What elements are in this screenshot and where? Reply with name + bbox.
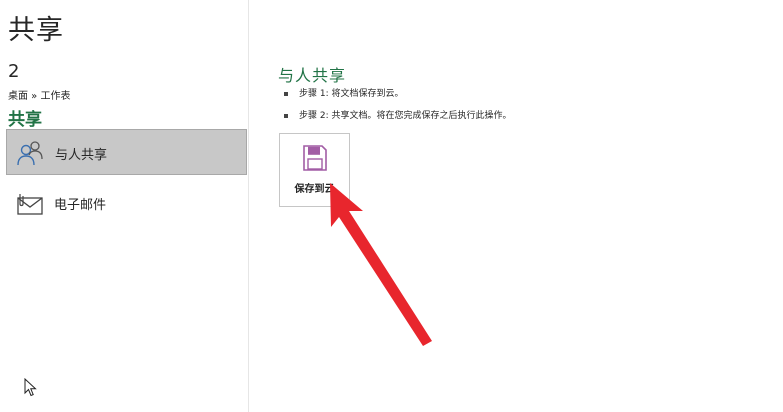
backstage-sidebar: 共享 2 桌面 » 工作表 共享 与人共享 电子邮件 (0, 0, 248, 412)
sidebar-item-label: 与人共享 (55, 148, 108, 163)
step-text: 步骤 2: 共享文档。将在您完成保存之后执行此操作。 (299, 111, 512, 121)
save-to-cloud-button[interactable]: 保存到云 (279, 133, 350, 207)
sidebar-item-label: 电子邮件 (54, 198, 107, 213)
step-text: 步骤 1: 将文档保存到云。 (299, 89, 404, 99)
file-name: 2 (8, 61, 20, 82)
people-share-icon (15, 138, 45, 168)
save-to-cloud-label: 保存到云 (294, 184, 335, 195)
mouse-pointer-icon (24, 377, 38, 402)
list-item: 步骤 2: 共享文档。将在您完成保存之后执行此操作。 (284, 108, 511, 130)
bullet-icon (284, 114, 288, 118)
pane-divider (248, 0, 249, 412)
share-heading: 与人共享 (278, 66, 347, 85)
section-heading: 共享 (8, 110, 42, 130)
steps-list: 步骤 1: 将文档保存到云。 步骤 2: 共享文档。将在您完成保存之后执行此操作… (284, 86, 511, 130)
sidebar-item-email[interactable]: 电子邮件 (6, 180, 247, 226)
breadcrumb: 桌面 » 工作表 (8, 91, 71, 102)
email-icon (14, 188, 44, 218)
save-floppy-icon (302, 144, 328, 176)
sidebar-item-share-with-people[interactable]: 与人共享 (6, 129, 247, 175)
page-title: 共享 (8, 15, 64, 46)
list-item: 步骤 1: 将文档保存到云。 (284, 86, 511, 108)
bullet-icon (284, 92, 288, 96)
